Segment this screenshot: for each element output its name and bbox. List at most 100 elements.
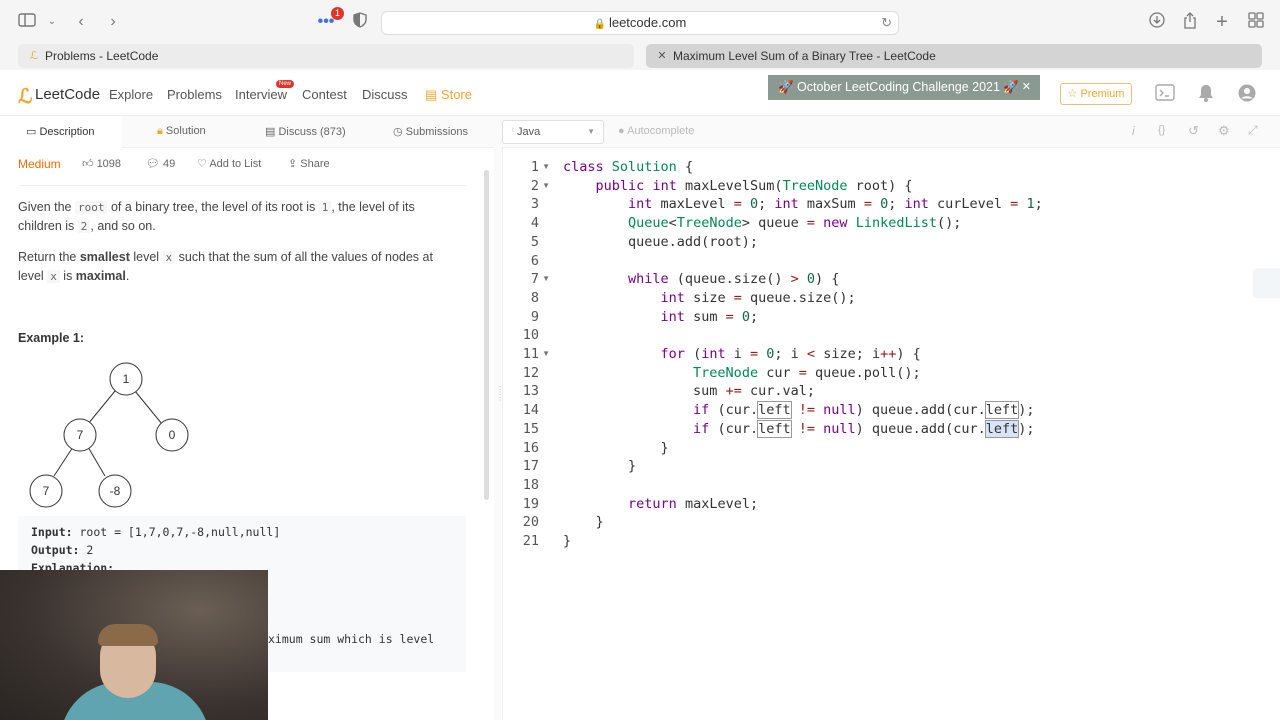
browser-tab-bar: ℒ Problems - LeetCode ✕ Maximum Level Su… xyxy=(0,44,1280,70)
tab-overview-icon[interactable] xyxy=(1246,12,1266,32)
chevron-down-icon[interactable]: ⌄ xyxy=(42,12,62,32)
playground-icon[interactable] xyxy=(1155,84,1175,107)
code-line[interactable]: while (queue.size() > 0) { xyxy=(563,270,839,289)
code-line[interactable]: } xyxy=(563,513,604,532)
dislikes-count: 49 xyxy=(163,158,176,170)
scrollbar[interactable] xyxy=(484,170,489,500)
code-line[interactable]: int size = queue.size(); xyxy=(563,289,856,308)
tab-discuss[interactable]: ▤ Discuss (873) xyxy=(265,125,346,138)
braces-icon[interactable]: {} xyxy=(1158,124,1165,136)
new-tab-icon[interactable]: + xyxy=(1212,12,1232,32)
premium-button[interactable]: ☆ Premium xyxy=(1060,83,1132,105)
line-number: 8 xyxy=(530,289,539,306)
add-to-list-button[interactable]: ♡ Add to List xyxy=(197,157,261,170)
settings-icon[interactable]: ⚙ xyxy=(1218,123,1230,139)
line-number: 18 xyxy=(522,476,539,493)
code-line[interactable]: } xyxy=(563,532,571,551)
fold-arrow-icon[interactable]: ▼ xyxy=(542,158,550,177)
code-line[interactable]: sum += cur.val; xyxy=(563,382,815,401)
avatar-icon[interactable] xyxy=(1238,84,1256,107)
share-icon[interactable] xyxy=(1180,12,1200,32)
nav-explore[interactable]: Explore xyxy=(109,87,153,102)
example-input: Input: root = [1,7,0,7,-8,null,null] xyxy=(31,525,281,539)
close-tab-icon[interactable]: ✕ xyxy=(655,49,669,63)
editor-toolbar: ⁱ Java ▼ ● Autocomplete i {} ↺ ⚙ ⤢ xyxy=(502,116,1280,148)
shield-icon[interactable] xyxy=(350,12,370,32)
code-line[interactable]: queue.add(root); xyxy=(563,233,758,252)
challenge-banner-text: 🚀 October LeetCoding Challenge 2021 🚀 xyxy=(778,80,1019,94)
tab-description[interactable]: ▭ Description xyxy=(26,125,94,138)
fold-arrow-icon[interactable]: ▼ xyxy=(542,177,550,196)
person-hair xyxy=(98,624,158,646)
code-line[interactable]: if (cur.left != null) queue.add(cur.left… xyxy=(563,419,1035,439)
problem-tabs: ▭ Description 🔒︎ Solution ▤ Discuss (873… xyxy=(0,116,494,148)
tab-solution[interactable]: 🔒︎ Solution xyxy=(157,125,206,138)
code-line[interactable]: int maxLevel = 0; int maxSum = 0; int cu… xyxy=(563,195,1043,214)
line-number: 21 xyxy=(522,533,539,549)
example-title: Example 1: xyxy=(18,331,85,345)
line-number: 19 xyxy=(522,495,539,512)
challenge-banner[interactable]: 🚀 October LeetCoding Challenge 2021 🚀 ✕ xyxy=(768,75,1040,100)
info-icon[interactable]: i xyxy=(1132,124,1135,138)
forward-icon[interactable]: › xyxy=(103,12,123,32)
code-line[interactable]: for (int i = 0; i < size; i++) { xyxy=(563,345,921,364)
nav-interview[interactable]: Interview xyxy=(235,87,287,102)
download-icon[interactable] xyxy=(1147,12,1167,32)
address-bar[interactable]: 🔒 leetcode.com ↻ xyxy=(381,11,899,35)
share-button[interactable]: ⇪ Share xyxy=(288,157,330,170)
code-line[interactable]: Queue<TreeNode> queue = new LinkedList()… xyxy=(563,214,961,233)
fold-arrow-icon[interactable]: ▼ xyxy=(542,270,550,289)
description-label: Description xyxy=(39,126,95,138)
code-line[interactable]: int sum = 0; xyxy=(563,308,759,327)
nav-store[interactable]: ▤ Store xyxy=(425,87,472,103)
code-editor[interactable]: 1 ▼ 2 ▼ 3 4 5 6 7 ▼ 8 9 10 11 ▼ 12 13 14 15 16 17 18 19 20 21 cl… xyxy=(502,148,1280,720)
tab-problems[interactable]: ℒ Problems - LeetCode xyxy=(18,44,634,68)
code-line[interactable]: TreeNode cur = queue.poll(); xyxy=(563,364,921,383)
nav-problems[interactable]: Problems xyxy=(167,87,222,102)
lock-icon: 🔒 xyxy=(593,19,609,30)
like-button[interactable]: 👍︎ 1098 xyxy=(82,157,121,170)
back-icon[interactable]: ‹ xyxy=(71,12,91,32)
line-number: 9 xyxy=(530,308,539,325)
nav-contest[interactable]: Contest xyxy=(302,87,347,102)
code-line[interactable]: } xyxy=(563,457,636,476)
nav-discuss[interactable]: Discuss xyxy=(362,87,408,102)
dislike-button[interactable]: 💬︎ 49 xyxy=(146,157,175,170)
reload-icon[interactable]: ↻ xyxy=(881,12,892,34)
fullscreen-icon[interactable]: ⤢ xyxy=(1248,123,1258,138)
language-select[interactable]: ⁱ Java ▼ xyxy=(502,120,604,144)
code-line[interactable]: public int maxLevelSum(TreeNode root) { xyxy=(563,177,913,196)
share-label: Share xyxy=(300,158,330,170)
line-number: 16 xyxy=(522,439,539,456)
line-number: 15 xyxy=(522,420,539,437)
chevron-down-icon: ▼ xyxy=(587,127,595,136)
submissions-label: Submissions xyxy=(405,126,469,138)
line-number: 7 xyxy=(530,271,539,288)
clock-icon: ◷ xyxy=(393,126,406,138)
language-label: Java xyxy=(517,126,541,138)
code-line[interactable]: class Solution { xyxy=(563,158,693,177)
code-line[interactable]: } xyxy=(563,439,669,458)
likes-count: 1098 xyxy=(96,158,122,170)
fold-arrow-icon[interactable]: ▼ xyxy=(542,345,550,364)
tab-submissions[interactable]: ◷ Submissions xyxy=(393,125,468,138)
leetcode-logo-icon[interactable]: ℒ xyxy=(18,84,32,109)
sidebar-toggle-icon[interactable] xyxy=(17,12,37,32)
reset-icon[interactable]: ↺ xyxy=(1188,123,1199,139)
side-tab[interactable] xyxy=(1253,268,1280,298)
notification-badge: 1 xyxy=(331,7,344,20)
thumbs-down-icon: 💬︎ xyxy=(146,158,164,170)
tab-maximum-level-sum[interactable]: ✕ Maximum Level Sum of a Binary Tree - L… xyxy=(646,44,1262,68)
tree-node: -8 xyxy=(110,484,121,498)
code-line[interactable]: if (cur.left != null) queue.add(cur.left… xyxy=(563,401,1035,420)
difficulty-label: Medium xyxy=(18,157,61,171)
line-number: 14 xyxy=(522,402,539,419)
code-line[interactable]: return maxLevel; xyxy=(563,495,758,514)
tree-node: 7 xyxy=(77,428,84,442)
tab-label: Maximum Level Sum of a Binary Tree - Lee… xyxy=(673,49,936,63)
bell-icon[interactable] xyxy=(1198,84,1214,107)
autocomplete-toggle[interactable]: ● Autocomplete xyxy=(618,125,694,137)
pane-divider[interactable]: ⋮ ⋮ xyxy=(494,116,504,720)
logo-text[interactable]: LeetCode xyxy=(35,86,100,103)
close-icon[interactable]: ✕ xyxy=(1022,75,1031,100)
